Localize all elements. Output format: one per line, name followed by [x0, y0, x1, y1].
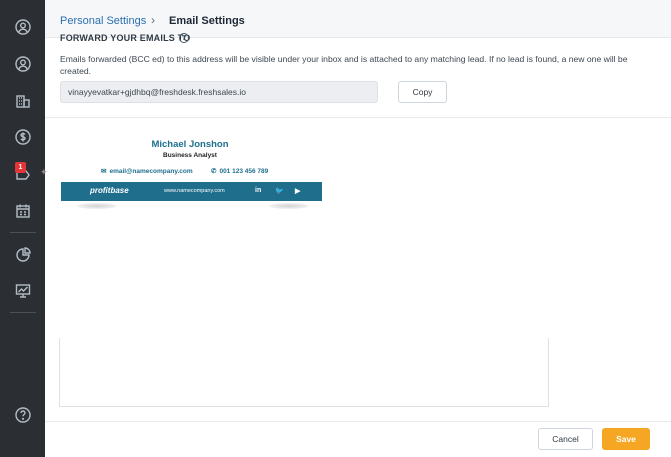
- account-circle-icon[interactable]: [14, 18, 32, 36]
- company-logo: profitbase: [90, 186, 129, 195]
- page-title: Email Settings: [169, 15, 245, 27]
- sidebar-divider: [10, 312, 36, 313]
- breadcrumb-personal-settings[interactable]: Personal Settings: [60, 15, 146, 27]
- deals-dollar-icon[interactable]: [14, 128, 32, 146]
- signature-website: www.namecompany.com: [164, 188, 225, 194]
- contacts-icon[interactable]: [14, 55, 32, 73]
- banner-shadow: [77, 203, 117, 209]
- email-signature-preview: Michael Jonshon Business Analyst ✉ email…: [61, 137, 322, 217]
- info-icon[interactable]: ?: [179, 33, 189, 43]
- banner-shadow: [269, 203, 309, 209]
- help-icon[interactable]: [14, 406, 32, 424]
- sidebar: 1 ✦: [0, 0, 48, 457]
- mail-icon: ✉: [101, 168, 107, 175]
- footer-divider: [45, 421, 671, 422]
- forward-address-field[interactable]: vinayyevatkar+gjdhbq@freshdesk.freshsale…: [60, 81, 378, 103]
- phone-icon: ✆: [211, 168, 217, 175]
- notification-badge: 1: [15, 162, 26, 173]
- forward-heading: FORWARD YOUR EMAILS TO: [60, 33, 191, 43]
- twitter-icon: 🐦: [275, 188, 284, 195]
- analytics-chart-icon[interactable]: [14, 282, 32, 300]
- signature-phone-text: 001 123 456 789: [219, 167, 269, 175]
- calendar-icon[interactable]: [14, 202, 32, 220]
- signature-name: Michael Jonshon: [151, 139, 229, 150]
- signature-editor[interactable]: [59, 338, 549, 407]
- section-divider: [45, 117, 671, 118]
- accounts-building-icon[interactable]: [14, 92, 32, 110]
- signature-banner: profitbase www.namecompany.com in 🐦 ▶: [61, 182, 322, 201]
- cancel-button[interactable]: Cancel: [538, 428, 593, 450]
- pin-icon[interactable]: ✦: [40, 167, 48, 178]
- signature-role: Business Analyst: [163, 152, 217, 159]
- linkedin-icon: in: [255, 187, 262, 194]
- signature-phone: ✆ 001 123 456 789: [211, 167, 269, 176]
- signature-email-text: email@namecompany.com: [109, 167, 193, 175]
- breadcrumb-chevron-icon: ›: [151, 13, 155, 27]
- save-button[interactable]: Save: [602, 428, 650, 450]
- forward-description: Emails forwarded (BCC ed) to this addres…: [60, 54, 628, 76]
- reports-pie-icon[interactable]: [14, 246, 32, 264]
- youtube-icon: ▶: [295, 188, 301, 195]
- sidebar-divider: [10, 232, 36, 233]
- signature-email: ✉ email@namecompany.com: [101, 167, 193, 176]
- copy-button[interactable]: Copy: [398, 81, 447, 103]
